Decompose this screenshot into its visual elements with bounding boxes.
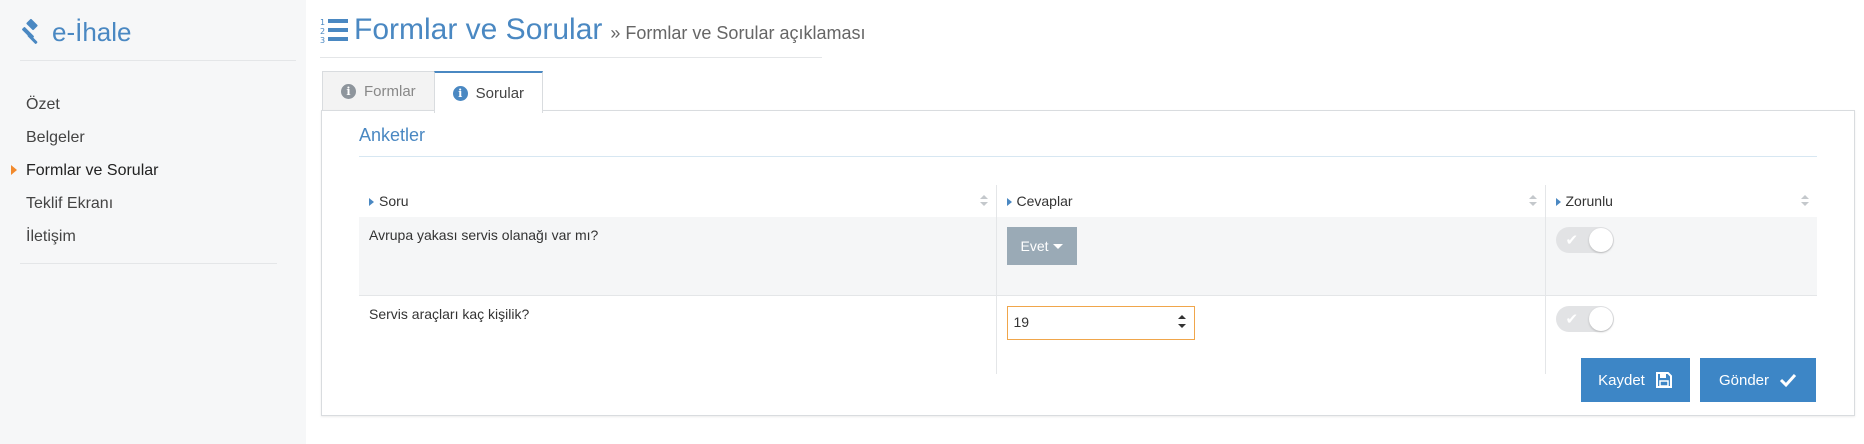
column-header-cevaplar[interactable]: Cevaplar <box>995 185 1545 217</box>
required-cell: ✔ <box>1544 217 1817 296</box>
sidebar-item-belgeler[interactable]: Belgeler <box>0 121 306 154</box>
gavel-icon <box>22 18 38 44</box>
page-title: Formlar ve Sorular <box>354 13 603 46</box>
question-cell: Avrupa yakası servis olanağı var mı? <box>359 217 996 296</box>
info-icon: i <box>452 85 468 101</box>
svg-text:1: 1 <box>320 18 325 27</box>
answer-cell <box>995 295 1545 374</box>
sidebar-divider <box>20 60 296 61</box>
toggle-knob <box>1588 228 1613 252</box>
tab-formlar[interactable]: i Formlar <box>322 71 435 111</box>
floppy-disk-icon <box>1655 372 1672 388</box>
sidebar-item-ozet[interactable]: Özet <box>0 88 306 121</box>
check-icon: ✔ <box>1565 310 1579 328</box>
svg-text:2: 2 <box>320 27 325 36</box>
info-icon: i <box>341 84 356 99</box>
brand-title: e-İhale <box>52 16 132 47</box>
check-icon: ✔ <box>1565 231 1579 249</box>
questions-table: Soru Cevaplar Zorunlu Avrupa yakası serv… <box>359 185 1817 374</box>
answer-cell: Evet <box>995 217 1545 296</box>
sort-icon[interactable] <box>979 195 988 207</box>
tab-bar: i Formlar i Sorular <box>322 71 544 113</box>
svg-text:3: 3 <box>320 36 325 44</box>
required-toggle[interactable]: ✔ <box>1555 227 1614 253</box>
sort-icon[interactable] <box>1801 195 1809 207</box>
ordered-list-icon: 1 2 3 <box>320 18 348 44</box>
section-divider <box>359 156 1817 157</box>
tab-label: Sorular <box>475 84 525 102</box>
expand-arrow-icon <box>369 198 374 207</box>
header-divider <box>320 57 822 58</box>
sidebar-item-formlar-ve-sorular[interactable]: Formlar ve Sorular <box>0 154 306 187</box>
checkmark-icon <box>1779 373 1797 388</box>
brand[interactable]: e-İhale <box>18 14 132 50</box>
spinner-arrows-icon[interactable] <box>1177 315 1186 331</box>
tab-panel: Anketler Soru Cevaplar Zorunlu Avrupa ya… <box>321 110 1855 416</box>
section-title: Anketler <box>359 125 426 145</box>
page-subtitle: » Formlar ve Sorular açıklaması <box>610 22 866 43</box>
page-header: 1 2 3 Formlar ve Sorular » Formlar ve So… <box>320 10 865 50</box>
save-button[interactable]: Kaydet <box>1581 358 1690 402</box>
sidebar-nav: Özet Belgeler Formlar ve Sorular Teklif … <box>0 88 306 253</box>
column-header-soru[interactable]: Soru <box>359 185 996 217</box>
expand-arrow-icon <box>1006 198 1012 207</box>
table-row: Avrupa yakası servis olanağı var mı? Eve… <box>359 217 1817 296</box>
required-toggle[interactable]: ✔ <box>1555 306 1614 332</box>
send-button[interactable]: Gönder <box>1700 358 1816 402</box>
sidebar-divider <box>20 263 277 264</box>
toggle-knob <box>1588 307 1613 331</box>
sort-icon[interactable] <box>1528 195 1537 207</box>
answer-dropdown-button[interactable]: Evet <box>1006 227 1077 265</box>
quantity-stepper[interactable] <box>1006 306 1195 340</box>
question-cell: Servis araçları kaç kişilik? <box>359 295 996 374</box>
sidebar-item-teklif-ekrani[interactable]: Teklif Ekranı <box>0 187 306 220</box>
sidebar: e-İhale Özet Belgeler Formlar ve Sorular… <box>0 0 306 444</box>
answer-number-input[interactable] <box>1007 307 1170 337</box>
expand-arrow-icon <box>1555 198 1561 207</box>
tab-label: Formlar <box>364 83 416 100</box>
sidebar-item-iletisim[interactable]: İletişim <box>0 220 306 253</box>
tab-sorular[interactable]: i Sorular <box>433 71 544 113</box>
column-header-zorunlu[interactable]: Zorunlu <box>1544 185 1817 217</box>
caret-down-icon <box>1052 243 1063 249</box>
